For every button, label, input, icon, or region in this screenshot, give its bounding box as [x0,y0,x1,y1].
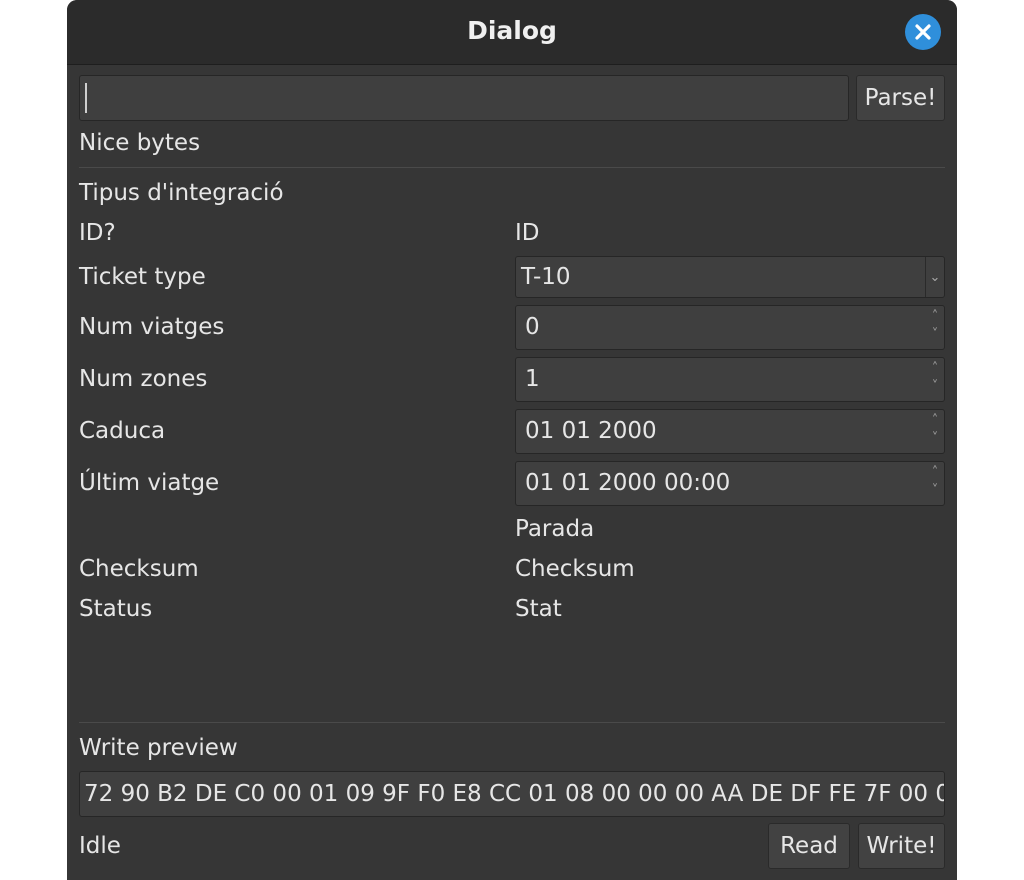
bytes-input[interactable] [79,75,849,121]
close-icon [915,24,931,40]
caduca-label: Caduca [79,418,166,444]
spin-arrows-icon[interactable]: ˄ ˅ [928,308,942,344]
write-preview-field[interactable]: 72 90 B2 DE C0 00 01 09 9F F0 E8 CC 01 0… [79,771,945,817]
num-viatges-value: 0 [525,314,540,340]
write-preview-value: 72 90 B2 DE C0 00 01 09 9F F0 E8 CC 01 0… [84,781,945,807]
status-value: Stat [515,596,562,622]
window-title: Dialog [467,16,557,45]
footer-status-text: Idle [79,833,121,859]
chevron-down-icon[interactable]: ⌄ [925,257,944,297]
checksum-value: Checksum [515,556,635,582]
write-preview-label: Write preview [79,735,238,761]
spin-arrows-icon[interactable]: ˄ ˅ [928,360,942,396]
write-button[interactable]: Write! [858,823,945,869]
ticket-type-select[interactable]: T-10 ⌄ [515,256,945,298]
caduca-date-edit[interactable]: 01 01 2000 ˄ ˅ [515,409,945,454]
divider-top [79,167,945,168]
integration-type-label: Tipus d'integració [79,180,284,206]
dialog-window: Dialog Parse! Nice bytes Tipus d'integra… [67,0,957,880]
read-button[interactable]: Read [768,823,850,869]
num-viatges-label: Num viatges [79,314,225,340]
id-label: ID? [79,220,116,246]
parse-button[interactable]: Parse! [856,75,945,121]
caduca-value: 01 01 2000 [525,418,657,444]
parada-value: Parada [515,516,595,542]
ultim-viatge-datetime-edit[interactable]: 01 01 2000 00:00 ˄ ˅ [515,461,945,506]
id-value: ID [515,220,540,246]
spin-arrows-icon[interactable]: ˄ ˅ [928,412,942,448]
titlebar: Dialog [67,0,957,65]
divider-bottom [79,722,945,723]
ultim-viatge-value: 01 01 2000 00:00 [525,470,731,496]
ultim-viatge-label: Últim viatge [79,470,220,496]
spin-arrows-icon[interactable]: ˄ ˅ [928,464,942,500]
text-cursor [85,83,87,113]
status-label: Status [79,596,153,622]
num-zones-spinbox[interactable]: 1 ˄ ˅ [515,357,945,402]
num-zones-value: 1 [525,366,540,392]
num-viatges-spinbox[interactable]: 0 ˄ ˅ [515,305,945,350]
nice-bytes-label: Nice bytes [79,130,201,156]
close-button[interactable] [905,14,941,50]
ticket-type-value: T-10 [521,264,571,290]
checksum-label: Checksum [79,556,199,582]
ticket-type-label: Ticket type [79,264,206,290]
num-zones-label: Num zones [79,366,208,392]
